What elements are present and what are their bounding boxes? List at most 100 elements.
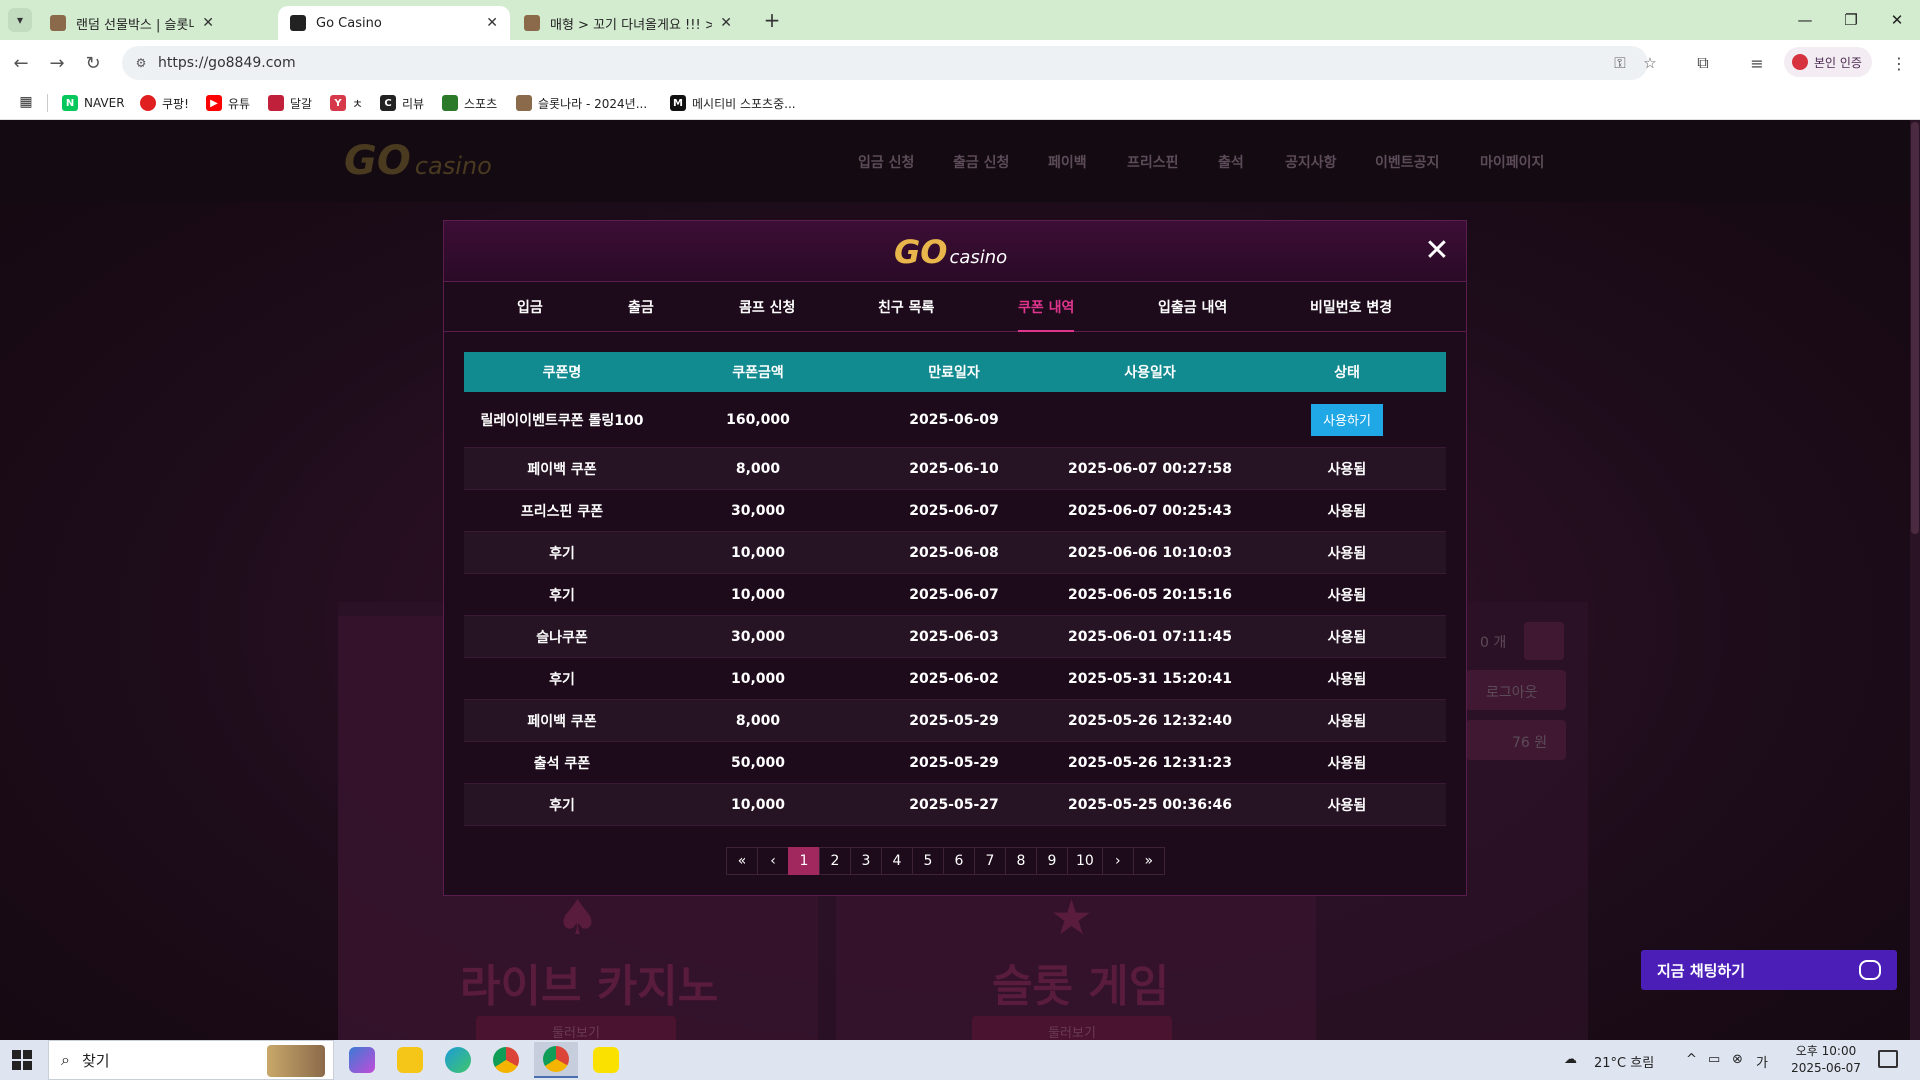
tab-change-password[interactable]: 비밀번호 변경 [1310,297,1392,317]
tab-deposit[interactable]: 입금 [517,297,543,317]
coupon-amount: 10,000 [730,796,786,813]
column-header: 상태 [1334,365,1360,381]
network-icon[interactable]: ▭ [1708,1052,1720,1067]
close-icon[interactable]: ✕ [202,15,214,31]
bookmark-favicon: Y [330,95,346,111]
nav-deposit[interactable]: 입금 신청 [858,152,914,172]
scrollbar-thumb[interactable] [1911,122,1919,534]
coupon-expiry: 2025-05-29 [909,712,999,729]
apps-grid-icon[interactable]: ▦ [18,94,34,110]
slot-game-button[interactable]: 둘러보기 [972,1016,1172,1040]
page-number[interactable]: 6 [943,847,975,875]
restore-button[interactable]: ❐ [1828,8,1874,32]
reload-icon[interactable]: ↻ [80,50,106,76]
page-number[interactable]: 9 [1036,847,1068,875]
weather-text[interactable]: 21°C 흐림 [1594,1052,1654,1071]
live-chat-button[interactable]: 지금 채팅하기 [1641,950,1897,990]
page-number[interactable]: 7 [974,847,1006,875]
close-icon[interactable]: ✕ [486,15,498,31]
sticky-notes-icon[interactable] [388,1042,432,1078]
refresh-icon[interactable] [1524,622,1564,660]
bookmark-item[interactable]: 쿠팡! [140,92,189,114]
browser-tab[interactable]: 매형 > 꼬기 다녀올게요 !!! > ✕ [512,6,744,40]
bookmark-item[interactable]: C 리뷰 [380,92,424,114]
extensions-icon[interactable]: ⧉ [1692,52,1714,74]
notification-icon[interactable] [1878,1050,1898,1068]
tab-comp-request[interactable]: 콤프 신청 [739,297,795,317]
chrome-icon[interactable] [484,1042,528,1078]
bookmark-item[interactable]: 달갈 [268,92,312,114]
page-number[interactable]: 5 [912,847,944,875]
page-last-button[interactable]: » [1132,847,1165,875]
site-logo[interactable]: GO casino [344,138,492,184]
bookmark-star-icon[interactable]: ☆ [1640,53,1660,73]
nav-event[interactable]: 이벤트공지 [1375,152,1439,172]
browser-tab-active[interactable]: Go Casino ✕ [278,6,510,40]
address-bar[interactable]: ⚙ https://go8849.com ⚿ ☆ [122,46,1657,80]
nav-notice[interactable]: 공지사항 [1285,152,1337,172]
bookmark-item[interactable]: M 메시티비 스포츠중... [670,92,796,114]
page-number[interactable]: 3 [850,847,882,875]
url-text[interactable]: https://go8849.com [158,55,296,71]
nav-attendance[interactable]: 출석 [1218,152,1244,172]
tab-withdraw[interactable]: 출금 [628,297,654,317]
media-control-icon[interactable]: ≡ [1746,52,1768,74]
tab-search-icon[interactable]: ▾ [8,8,32,32]
back-icon[interactable]: ← [8,50,34,76]
password-key-icon[interactable]: ⚿ [1610,53,1630,73]
nav-withdraw[interactable]: 출금 신청 [953,152,1009,172]
bookmark-item[interactable]: 슬롯나라 - 2024년... [516,92,647,114]
coupon-name: 출석 쿠폰 [533,755,591,772]
tray-chevron-icon[interactable]: ^ [1686,1052,1697,1067]
browser-tab[interactable]: 랜덤 선물박스 | 슬롯나라 - 20 ✕ [38,6,226,40]
use-coupon-button[interactable]: 사용하기 [1311,403,1383,436]
page-number[interactable]: 4 [881,847,913,875]
coupon-amount: 160,000 [726,411,790,428]
bookmark-label: 리뷰 [402,96,425,111]
modal-close-icon[interactable]: ✕ [1422,233,1452,268]
ime-icon[interactable]: 가 [1756,1052,1768,1071]
copilot-icon[interactable] [340,1042,384,1078]
tab-friend-list[interactable]: 친구 목록 [878,297,934,317]
window-close-button[interactable]: ✕ [1874,8,1920,32]
system-clock[interactable]: 오후 10:00 2025-06-07 [1790,1043,1862,1077]
tab-coupon-history[interactable]: 쿠폰 내역 [1018,297,1074,317]
tab-transaction-history[interactable]: 입출금 내역 [1158,297,1227,317]
menu-kebab-icon[interactable]: ⋮ [1888,52,1910,74]
page-number[interactable]: 2 [819,847,851,875]
youtube-icon: ▶ [206,95,222,111]
coupon-used-at: 2025-05-31 15:20:41 [1067,670,1233,687]
windows-start-icon[interactable] [12,1050,32,1070]
site-header: GO casino 입금 신청 출금 신청 페이백 프리스핀 출석 공지사항 이벤… [0,120,1920,202]
minimize-button[interactable]: — [1782,8,1828,32]
edge-icon[interactable] [436,1042,480,1078]
bookmark-item[interactable]: ▶ 유튜 [206,92,250,114]
nav-freespin[interactable]: 프리스핀 [1127,152,1179,172]
page-number-current[interactable]: 1 [788,847,820,875]
close-icon[interactable]: ✕ [720,15,732,31]
weather-icon[interactable]: ☁ [1564,1052,1577,1067]
bookmark-item[interactable]: N NAVER [62,92,125,114]
naver-icon: N [62,95,78,111]
live-casino-button[interactable]: 둘러보기 [476,1016,676,1040]
bookmark-item[interactable]: Yㅊ [330,92,363,114]
volume-muted-icon[interactable]: ⊗ [1732,1052,1743,1067]
coupon-name: 릴레이이벤트쿠폰 롤링100 [480,412,644,429]
taskbar-search[interactable]: ⌕ 찾기 [48,1040,334,1080]
kakaotalk-icon[interactable] [584,1042,628,1078]
site-info-icon[interactable]: ⚙ [132,54,150,72]
chrome-active-icon[interactable] [534,1042,578,1078]
bookmark-favicon [442,95,458,111]
forward-icon[interactable]: → [44,50,70,76]
page-number[interactable]: 8 [1005,847,1037,875]
profile-button[interactable]: 본인 인증 [1784,47,1872,77]
page-number[interactable]: 10 [1067,847,1103,875]
table-row: 후기 10,000 2025-05-27 2025-05-25 00:36:46… [464,784,1446,826]
page-next-button[interactable]: › [1101,847,1134,875]
page-prev-button[interactable]: ‹ [757,847,789,875]
new-tab-button[interactable]: + [758,6,786,34]
nav-payback[interactable]: 페이백 [1048,152,1087,172]
page-first-button[interactable]: « [726,847,758,875]
bookmark-item[interactable]: 스포츠 [442,92,497,114]
nav-mypage[interactable]: 마이페이지 [1480,152,1544,172]
